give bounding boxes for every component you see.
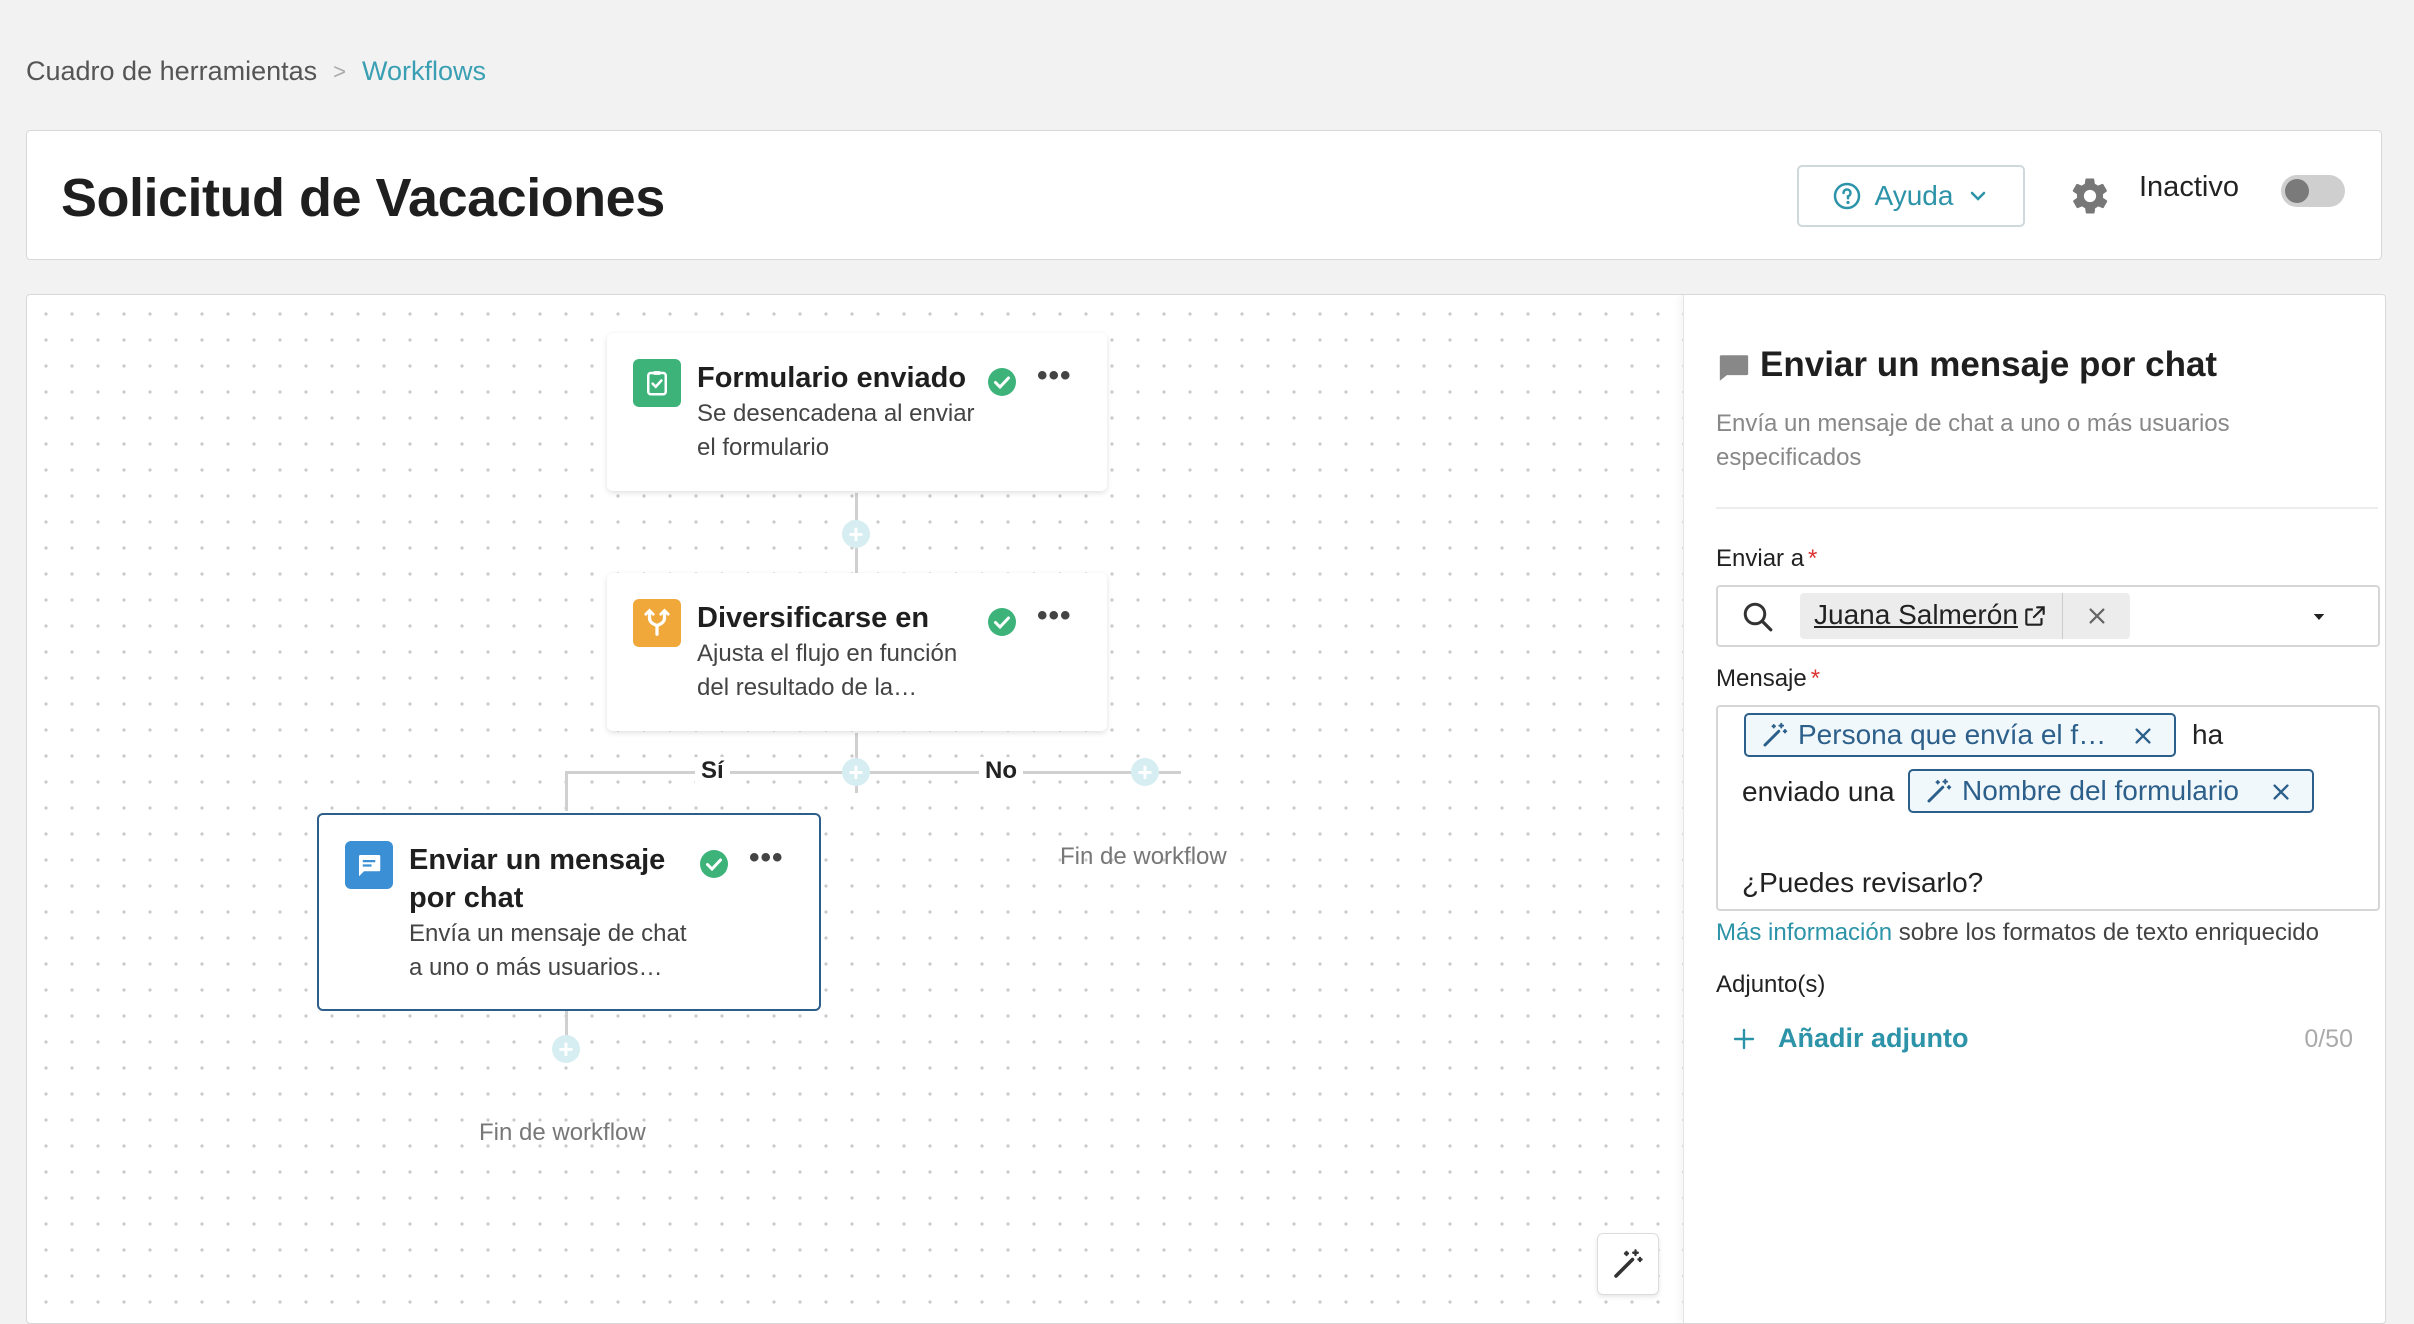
message-text: ha [2192, 719, 2224, 750]
help-button[interactable]: Ayuda [1797, 165, 2025, 227]
workflow-canvas[interactable]: + Sí No + + Fin de workflow + Fin de wor… [27, 295, 1683, 1323]
required-mark: * [1808, 545, 1818, 572]
token-label: Persona que envía el f… [1798, 719, 2107, 750]
help-button-label: Ayuda [1874, 180, 1954, 211]
breadcrumb: Cuadro de herramientas > Workflows [26, 56, 486, 87]
token-label: Nombre del formulario [1962, 775, 2239, 806]
branch-no-label: No [979, 757, 1023, 785]
recipient-chip[interactable]: Juana Salmerón [1800, 593, 2130, 639]
more-info-link[interactable]: Más información [1716, 919, 1892, 946]
recipient-name[interactable]: Juana Salmerón [1814, 599, 2018, 631]
breadcrumb-separator: > [333, 58, 347, 84]
check-circle-icon [988, 608, 1016, 636]
node-description: Se desencadena al enviar [697, 400, 975, 427]
workflow-editor: + Sí No + + Fin de workflow + Fin de wor… [26, 294, 2386, 1324]
add-step-button[interactable]: + [552, 1035, 580, 1063]
node-description: del resultado de la… [697, 674, 918, 701]
node-description: Ajusta el flujo en función [697, 640, 958, 667]
connector [565, 771, 1181, 774]
external-link-icon[interactable] [2022, 603, 2048, 629]
gear-icon[interactable] [2069, 175, 2111, 217]
branch-node[interactable]: Diversificarse en Ajusta el flujo en fun… [607, 573, 1107, 731]
send-to-label-text: Enviar a [1716, 545, 1805, 572]
node-title: por chat [409, 882, 524, 914]
variable-token[interactable]: Persona que envía el f… [1744, 713, 2176, 757]
more-options-icon[interactable]: ••• [1037, 359, 1072, 393]
required-mark: * [1810, 665, 1821, 692]
breadcrumb-current[interactable]: Workflows [362, 56, 486, 87]
action-node-send-chat[interactable]: Enviar un mensaje por chat Envía un mens… [317, 813, 821, 1011]
node-title: Formulario enviado [697, 362, 967, 394]
step-settings-panel: Enviar un mensaje por chat Envía un mens… [1683, 295, 2385, 1323]
magic-wand-icon [1614, 1249, 1643, 1278]
chevron-down-icon [1971, 191, 1986, 201]
node-title: Diversificarse en [697, 602, 930, 634]
rich-text-help-text: sobre los formatos de texto enriquecido [1898, 919, 2319, 946]
node-description: el formulario [697, 434, 830, 461]
status-label: Inactivo [2139, 171, 2239, 203]
attachment-count: 0/50 [2304, 1025, 2353, 1053]
help-circle-icon [1833, 182, 1860, 210]
trigger-node-form-submitted[interactable]: Formulario enviado Se desencadena al env… [607, 333, 1107, 491]
node-icon-bg [345, 841, 393, 889]
send-to-label: Enviar a * [1716, 545, 1817, 573]
message-label-text: Mensaje [1716, 665, 1807, 692]
page-title: Solicitud de Vacaciones [61, 168, 665, 228]
check-circle-icon [988, 368, 1016, 396]
message-text: enviado una [1742, 776, 1895, 807]
branch-icon [644, 608, 670, 636]
plus-icon [1733, 1028, 1755, 1049]
caret-down-icon[interactable] [2310, 608, 2328, 626]
variable-token[interactable]: Nombre del formulario [1908, 769, 2314, 813]
end-of-workflow-label: Fin de workflow [479, 1119, 646, 1146]
node-description: Envía un mensaje de chat [409, 920, 687, 947]
add-attachment-label: Añadir adjunto [1778, 1023, 1969, 1053]
message-text: ¿Puedes revisarlo? [1742, 867, 1984, 898]
more-options-icon[interactable]: ••• [1037, 599, 1072, 633]
magic-wand-icon [1763, 722, 1788, 747]
magic-wand-button[interactable] [1597, 1233, 1659, 1295]
header-card: Solicitud de Vacaciones Ayuda Inactivo [26, 130, 2382, 260]
close-icon[interactable] [2086, 605, 2108, 627]
message-label: Mensaje * [1716, 665, 1820, 693]
panel-description: Envía un mensaje de chat a uno o más usu… [1716, 410, 2230, 471]
attachments-label: Adjunto(s) [1716, 971, 1826, 998]
add-attachment-button[interactable]: Añadir adjunto [1732, 1023, 1969, 1054]
chat-icon [359, 855, 381, 877]
end-of-workflow-label: Fin de workflow [1060, 843, 1227, 870]
search-icon [1743, 602, 1773, 632]
recipient-select[interactable]: Juana Salmerón [1716, 585, 2380, 647]
branch-yes-label: Sí [695, 757, 730, 785]
node-title: Enviar un mensaje [409, 844, 666, 876]
breadcrumb-root[interactable]: Cuadro de herramientas [26, 56, 317, 87]
node-icon-bg [633, 359, 681, 407]
more-options-icon[interactable]: ••• [749, 841, 784, 875]
connector [565, 771, 568, 811]
divider [1716, 507, 2378, 509]
magic-wand-icon [1927, 778, 1952, 803]
add-step-button[interactable]: + [842, 520, 870, 548]
node-description: a uno o más usuarios… [409, 954, 663, 981]
toggle-knob [2285, 179, 2309, 203]
clipboard-check-icon [647, 371, 667, 396]
chip-divider [2062, 593, 2063, 639]
check-circle-icon [700, 850, 728, 878]
add-step-button[interactable]: + [1131, 758, 1159, 786]
close-icon[interactable] [2270, 781, 2292, 803]
active-toggle[interactable] [2281, 175, 2345, 207]
message-editor[interactable]: Persona que envía el f… ha enviado una N… [1716, 705, 2380, 911]
panel-title: Enviar un mensaje por chat [1760, 345, 2218, 384]
node-icon-bg [633, 599, 681, 647]
close-icon[interactable] [2132, 725, 2154, 747]
chat-icon [1719, 355, 1749, 381]
rich-text-help: Más información sobre los formatos de te… [1716, 919, 2319, 947]
add-step-button[interactable]: + [842, 758, 870, 786]
